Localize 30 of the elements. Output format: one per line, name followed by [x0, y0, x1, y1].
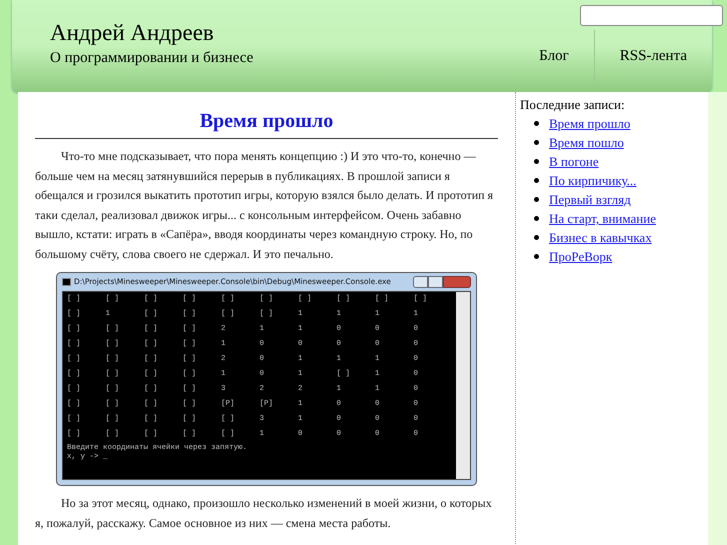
- sidebar-link[interactable]: Первый взгляд: [549, 190, 631, 209]
- site-title: Андрей Андреев: [50, 19, 215, 47]
- minimize-button[interactable]: [413, 276, 428, 288]
- sidebar-link[interactable]: По кирпичику...: [549, 171, 636, 190]
- search-field[interactable]: [580, 5, 723, 26]
- bullet-icon: [534, 197, 539, 202]
- paragraph: Что-то мне подсказывает, что пора менять концепцию :) И это что-то, конечно — больше чем на месяц затянувшийся перерыв в публикациях. В прошлой записи я обещался и грозился выкатить прототип игры, которую взялся было делать. И прототип я таки сделал, реализовал движок игры... с консольным интерфейсом. Очень забавно вышло, кстати: играть в «Сапёра», вводя координаты через командную строку. Но, по большому счёту, слова своего не сдержал. И это печально.: [35, 148, 494, 263]
- paragraph: Но за этот месяц, однако, произошло несколько изменений в моей жизни, о которых я, пожалуй, расскажу. Самое основное из них — смена места работы.: [35, 495, 493, 532]
- sidebar-link[interactable]: В погоне: [549, 152, 599, 171]
- scrollbar[interactable]: [456, 292, 470, 479]
- bullet-icon: [534, 216, 539, 221]
- bullet-icon: [534, 178, 539, 183]
- console-icon: [62, 278, 71, 286]
- sidebar-link[interactable]: Бизнес в кавычках: [549, 228, 652, 247]
- sidebar-link[interactable]: ПроРеВорк: [549, 247, 612, 266]
- maximize-button[interactable]: [428, 276, 443, 288]
- site-subtitle: О программировании и бизнесе: [50, 49, 254, 68]
- sidebar-link[interactable]: Время пошло: [549, 133, 624, 152]
- sidebar-link[interactable]: На старт, внимание: [549, 209, 656, 228]
- sidebar-heading: Последние записи:: [520, 96, 626, 114]
- bullet-icon: [534, 159, 539, 164]
- bullet-icon: [534, 140, 539, 145]
- nav-link[interactable]: Блог: [539, 46, 569, 66]
- sidebar-link[interactable]: Время прошло: [549, 114, 630, 133]
- bullet-icon: [534, 121, 539, 126]
- post-title[interactable]: Время прошло: [35, 106, 498, 139]
- bullet-icon: [534, 235, 539, 240]
- nav-link[interactable]: RSS-лента: [620, 46, 687, 66]
- bullet-icon: [534, 254, 539, 259]
- close-button[interactable]: [443, 276, 471, 288]
